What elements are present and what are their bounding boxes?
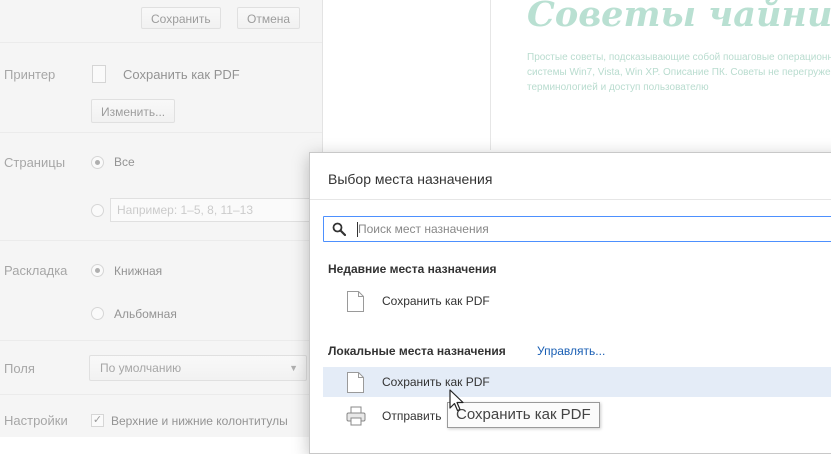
divider — [310, 199, 831, 200]
printer-icon — [346, 406, 366, 426]
print-preview: Советы чайника Простые советы, подсказыв… — [490, 0, 831, 150]
document-icon — [92, 65, 106, 83]
headers-footers-checkbox[interactable]: ✓ — [91, 414, 104, 427]
dialog-title: Выбор места назначения — [328, 171, 493, 187]
cancel-button[interactable]: Отмена — [237, 7, 301, 29]
pages-all-label: Все — [114, 155, 135, 169]
portrait-radio[interactable] — [91, 264, 104, 277]
list-item-label: Сохранить как PDF — [382, 294, 490, 308]
pages-range-radio[interactable] — [91, 204, 104, 217]
margins-label: Поля — [4, 361, 35, 376]
headers-footers-label: Верхние и нижние колонтитулы — [111, 414, 288, 428]
options-label: Настройки — [4, 413, 68, 428]
landscape-label: Альбомная — [114, 307, 177, 321]
pages-label: Страницы — [4, 155, 66, 170]
local-destinations-heading: Локальные места назначения — [328, 344, 506, 358]
save-button[interactable]: Сохранить — [141, 7, 221, 29]
manage-link[interactable]: Управлять... — [537, 344, 605, 358]
divider — [0, 340, 322, 341]
list-item-label: Сохранить как PDF — [382, 375, 490, 389]
margins-select-value: По умолчанию — [100, 361, 182, 375]
divider — [0, 42, 322, 43]
mouse-cursor-icon — [449, 389, 464, 412]
pages-range-input[interactable]: Например: 1–5, 8, 11–13 — [110, 198, 310, 222]
list-item-local-save-as-pdf[interactable]: Сохранить как PDF — [323, 367, 831, 397]
landscape-radio[interactable] — [91, 307, 104, 320]
preview-title: Советы чайника — [527, 0, 831, 35]
divider — [0, 394, 322, 395]
search-box[interactable] — [323, 216, 831, 242]
printer-label: Принтер — [4, 67, 56, 82]
layout-label: Раскладка — [4, 263, 68, 278]
chevron-down-icon: ▼ — [289, 363, 298, 373]
document-icon — [347, 372, 364, 393]
divider — [0, 132, 322, 133]
divider — [0, 240, 322, 241]
print-settings-panel: Сохранить Отмена Принтер Сохранить как P… — [0, 0, 323, 437]
document-icon — [347, 291, 364, 312]
list-item-label: Отправить — [382, 409, 442, 423]
printer-destination-value: Сохранить как PDF — [123, 67, 240, 82]
recent-destinations-heading: Недавние места назначения — [328, 262, 497, 276]
tooltip: Сохранить как PDF — [447, 402, 600, 428]
search-icon — [332, 222, 346, 236]
search-input[interactable] — [358, 219, 818, 239]
pages-all-radio[interactable] — [91, 156, 104, 169]
change-destination-button[interactable]: Изменить... — [91, 99, 176, 123]
margins-select[interactable]: По умолчанию ▼ — [89, 355, 307, 381]
preview-text: Простые советы, подсказывающие собой пош… — [527, 52, 831, 93]
portrait-label: Книжная — [114, 264, 163, 278]
list-item-recent-save-as-pdf[interactable]: Сохранить как PDF — [323, 286, 831, 316]
